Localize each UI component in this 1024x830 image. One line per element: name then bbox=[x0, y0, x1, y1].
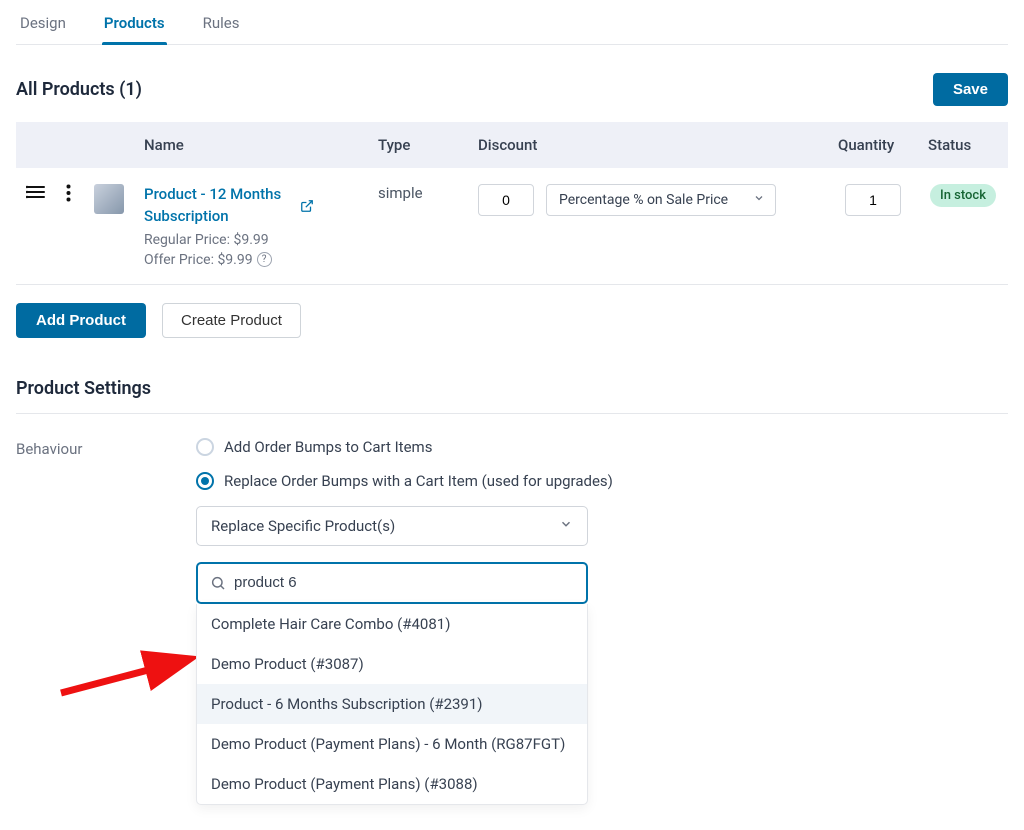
product-search-input[interactable] bbox=[234, 574, 574, 591]
product-search-input-wrap[interactable] bbox=[196, 562, 588, 604]
col-type: Type bbox=[368, 122, 468, 168]
dropdown-item-highlighted[interactable]: Product - 6 Months Subscription (#2391) bbox=[197, 684, 587, 724]
create-product-button[interactable]: Create Product bbox=[162, 303, 301, 338]
save-button[interactable]: Save bbox=[933, 73, 1008, 106]
chevron-down-icon bbox=[559, 517, 573, 535]
add-product-button[interactable]: Add Product bbox=[16, 303, 146, 338]
product-name-text: Product - 12 Months Subscription bbox=[144, 184, 294, 228]
radio-checked-icon bbox=[196, 472, 214, 490]
discount-value-input[interactable] bbox=[478, 184, 534, 216]
row-menu-icon[interactable] bbox=[66, 188, 71, 206]
tab-products[interactable]: Products bbox=[104, 0, 165, 44]
all-products-title: All Products (1) bbox=[16, 79, 142, 100]
product-row: Product - 12 Months Subscription Regular… bbox=[16, 168, 1008, 284]
offer-price: Offer Price: $9.99 ? bbox=[144, 252, 358, 268]
product-search-dropdown: Complete Hair Care Combo (#4081) Demo Pr… bbox=[196, 604, 588, 805]
dropdown-item[interactable]: Demo Product (#3087) bbox=[197, 644, 587, 684]
behaviour-option-replace[interactable]: Replace Order Bumps with a Cart Item (us… bbox=[196, 472, 1008, 490]
all-products-header: All Products (1) Save bbox=[16, 73, 1008, 106]
product-name-link[interactable]: Product - 12 Months Subscription bbox=[144, 184, 314, 228]
dropdown-item[interactable]: Demo Product (Payment Plans) (#3088) bbox=[197, 764, 587, 804]
behaviour-option-add-label: Add Order Bumps to Cart Items bbox=[224, 438, 432, 456]
external-link-icon bbox=[300, 199, 314, 213]
behaviour-label: Behaviour bbox=[16, 438, 136, 458]
drag-handle-icon[interactable] bbox=[26, 186, 46, 204]
tab-rules[interactable]: Rules bbox=[203, 0, 240, 44]
search-icon bbox=[210, 575, 226, 591]
chevron-down-icon bbox=[753, 192, 765, 208]
discount-type-select[interactable]: Percentage % on Sale Price bbox=[546, 184, 776, 216]
product-settings-title: Product Settings bbox=[16, 378, 1008, 414]
behaviour-option-add[interactable]: Add Order Bumps to Cart Items bbox=[196, 438, 1008, 456]
annotation-arrow bbox=[56, 648, 206, 698]
quantity-input[interactable] bbox=[845, 184, 901, 216]
radio-unchecked-icon bbox=[196, 438, 214, 456]
tab-bar: Design Products Rules bbox=[16, 0, 1008, 45]
stock-status-badge: In stock bbox=[930, 184, 996, 207]
dropdown-item[interactable]: Complete Hair Care Combo (#4081) bbox=[197, 604, 587, 644]
col-discount: Discount bbox=[468, 122, 828, 168]
col-status: Status bbox=[918, 122, 1008, 168]
col-name: Name bbox=[134, 122, 368, 168]
dropdown-item[interactable]: Demo Product (Payment Plans) - 6 Month (… bbox=[197, 724, 587, 764]
product-type: simple bbox=[368, 168, 468, 284]
behaviour-setting: Behaviour Add Order Bumps to Cart Items … bbox=[16, 438, 1008, 604]
products-table: Name Type Discount Quantity Status bbox=[16, 122, 1008, 285]
help-icon[interactable]: ? bbox=[257, 252, 272, 267]
replace-mode-select[interactable]: Replace Specific Product(s) bbox=[196, 506, 588, 546]
product-actions: Add Product Create Product bbox=[16, 303, 1008, 338]
regular-price: Regular Price: $9.99 bbox=[144, 232, 358, 248]
behaviour-option-replace-label: Replace Order Bumps with a Cart Item (us… bbox=[224, 472, 613, 490]
product-thumbnail bbox=[94, 184, 124, 214]
product-search-combo: Complete Hair Care Combo (#4081) Demo Pr… bbox=[196, 562, 588, 604]
tab-design[interactable]: Design bbox=[20, 0, 66, 44]
col-quantity: Quantity bbox=[828, 122, 918, 168]
